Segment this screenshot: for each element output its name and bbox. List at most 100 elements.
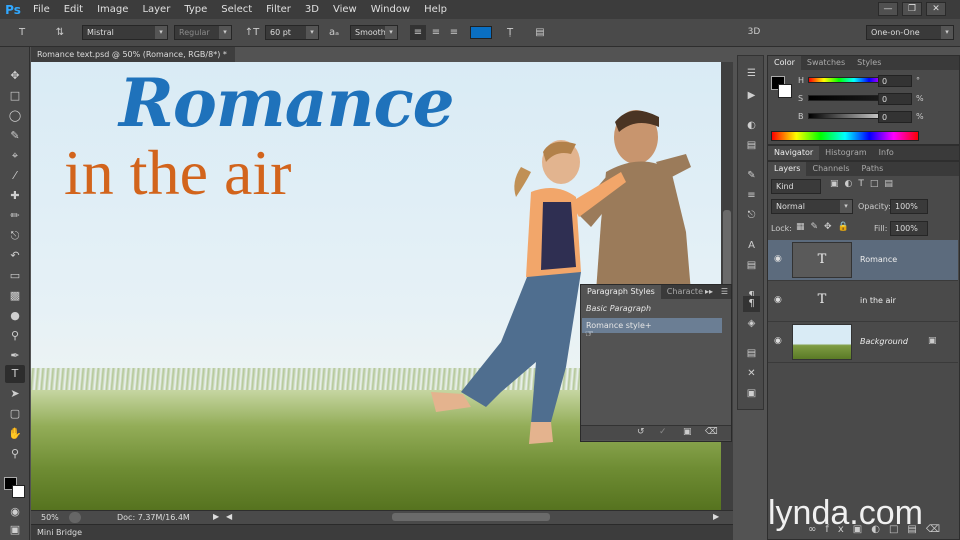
notes-panel-icon[interactable]: ▣ xyxy=(743,386,760,402)
antialias-select[interactable]: Smooth ▾ xyxy=(350,25,398,40)
menu-filter[interactable]: Filter xyxy=(259,4,298,15)
document-tab[interactable]: Romance text.psd @ 50% (Romance, RGB/8*)… xyxy=(31,47,235,70)
font-style-select[interactable]: Regular ▾ xyxy=(174,25,232,40)
tab-paragraph-styles[interactable]: Paragraph Styles xyxy=(581,285,661,299)
align-right-icon[interactable]: ≡ xyxy=(446,25,462,40)
eraser-tool-icon[interactable]: ▭ xyxy=(5,267,25,285)
align-left-icon[interactable]: ≡ xyxy=(410,25,426,40)
menu-3d[interactable]: 3D xyxy=(298,4,326,15)
history-panel-icon[interactable]: ☰ xyxy=(743,66,760,82)
character-styles-icon[interactable]: ▤ xyxy=(743,258,760,274)
clear-override-icon[interactable]: ↺ xyxy=(637,427,645,437)
menu-select[interactable]: Select xyxy=(214,4,259,15)
minimize-icon[interactable]: — xyxy=(878,2,898,16)
saturation-value[interactable]: 0 xyxy=(878,93,912,105)
menu-window[interactable]: Window xyxy=(364,4,417,15)
blend-mode-select[interactable]: Normal ▾ xyxy=(771,199,853,214)
quick-mask-icon[interactable]: ◉ xyxy=(5,503,25,521)
redefine-style-icon[interactable]: ✓ xyxy=(659,427,667,437)
workspace-select[interactable]: One-on-One ▾ xyxy=(866,25,954,40)
style-basic-paragraph[interactable]: Basic Paragraph xyxy=(582,301,722,316)
color-background-swatch[interactable] xyxy=(778,84,792,98)
dodge-tool-icon[interactable]: ⚲ xyxy=(5,327,25,345)
opacity-field[interactable]: 100% xyxy=(890,199,928,214)
hand-tool-icon[interactable]: ✋ xyxy=(5,425,25,443)
tab-navigator[interactable]: Navigator xyxy=(768,146,820,160)
shape-tool-icon[interactable]: ▢ xyxy=(5,405,25,423)
new-style-icon[interactable]: ▣ xyxy=(683,427,692,437)
paragraph-styles-panel-icon[interactable]: ¶ xyxy=(743,296,760,312)
gradient-tool-icon[interactable]: ▩ xyxy=(5,287,25,305)
font-family-select[interactable]: Mistral ▾ xyxy=(82,25,168,40)
panel-collapse-icon[interactable]: ▸▸ xyxy=(705,287,713,296)
close-window-icon[interactable]: ✕ xyxy=(926,2,946,16)
in-the-air-text-layer[interactable]: in the air xyxy=(64,136,291,210)
brush-presets-icon[interactable]: ≡ xyxy=(743,188,760,204)
status-menu-arrow-icon[interactable]: ▶ xyxy=(213,512,219,521)
background-color-swatch[interactable] xyxy=(12,485,25,498)
character-panel-icon[interactable]: A xyxy=(743,238,760,254)
lock-icons[interactable]: ▦✎✥🔒 xyxy=(796,222,855,232)
pen-tool-icon[interactable]: ✒ xyxy=(5,347,25,365)
visibility-eye-icon[interactable]: ◉ xyxy=(774,336,786,348)
tab-character-styles[interactable]: Characte xyxy=(661,285,709,299)
menu-type[interactable]: Type xyxy=(177,4,214,15)
layer-name[interactable]: in the air xyxy=(860,296,896,305)
vertical-scroll-thumb[interactable] xyxy=(723,210,731,290)
tab-color[interactable]: Color xyxy=(768,56,801,70)
marquee-tool-icon[interactable]: □ xyxy=(5,87,25,105)
menu-file[interactable]: File xyxy=(26,4,57,15)
tab-styles[interactable]: Styles xyxy=(851,56,887,70)
lasso-tool-icon[interactable]: ◯ xyxy=(5,107,25,125)
font-size-select[interactable]: 60 pt ▾ xyxy=(265,25,319,40)
quick-select-tool-icon[interactable]: ✎ xyxy=(5,127,25,145)
path-selection-tool-icon[interactable]: ➤ xyxy=(5,385,25,403)
clone-stamp-tool-icon[interactable]: ⎋ xyxy=(5,227,25,245)
horizontal-scroll-thumb[interactable] xyxy=(392,513,550,521)
blur-tool-icon[interactable]: ● xyxy=(5,307,25,325)
brightness-value[interactable]: 0 xyxy=(878,111,912,123)
menu-help[interactable]: Help xyxy=(417,4,454,15)
tab-info[interactable]: Info xyxy=(873,146,900,160)
clone-source-icon[interactable]: ⎋ xyxy=(743,208,760,224)
layer-name[interactable]: Romance xyxy=(860,255,897,264)
brush-panel-icon[interactable]: ✎ xyxy=(743,168,760,184)
layer-row-romance[interactable]: ◉ T Romance xyxy=(768,240,958,281)
tool-presets-icon[interactable]: ✕ xyxy=(743,366,760,382)
tab-channels[interactable]: Channels xyxy=(806,162,855,176)
glyph-panel-icon[interactable]: ◈ xyxy=(743,316,760,332)
character-panel-icon[interactable]: ▤ xyxy=(532,25,548,40)
layer-row-in-the-air[interactable]: ◉ T in the air xyxy=(768,281,958,322)
layer-filter-kind-select[interactable]: Kind xyxy=(771,179,821,194)
status-options-icon[interactable] xyxy=(69,512,81,523)
properties-panel-icon[interactable]: ▤ xyxy=(743,138,760,154)
romance-text-layer[interactable]: Romance xyxy=(119,64,455,142)
screen-mode-icon[interactable]: ▣ xyxy=(5,521,25,539)
eyedropper-tool-icon[interactable]: ⁄ xyxy=(5,167,25,185)
mini-bridge-bar[interactable]: Mini Bridge xyxy=(31,524,733,540)
color-spectrum-bar[interactable] xyxy=(771,131,919,141)
zoom-tool-icon[interactable]: ⚲ xyxy=(5,445,25,463)
panel-menu-icon[interactable]: ☰ xyxy=(721,287,728,296)
history-brush-tool-icon[interactable]: ↶ xyxy=(5,247,25,265)
menu-edit[interactable]: Edit xyxy=(57,4,90,15)
zoom-level[interactable]: 50% xyxy=(41,513,59,522)
fill-field[interactable]: 100% xyxy=(890,221,928,236)
menu-image[interactable]: Image xyxy=(90,4,135,15)
adjustments-panel-icon[interactable]: ◐ xyxy=(743,118,760,134)
layer-filter-icons[interactable]: ▣◐T□▤ xyxy=(830,179,899,189)
tab-paths[interactable]: Paths xyxy=(856,162,890,176)
menu-layer[interactable]: Layer xyxy=(135,4,177,15)
crop-tool-icon[interactable]: ⌖ xyxy=(5,147,25,165)
move-tool-icon[interactable]: ✥ xyxy=(5,67,25,85)
orientation-toggle-icon[interactable]: ⇅ xyxy=(52,25,68,40)
warp-text-icon[interactable]: Ṭ xyxy=(502,25,518,40)
scroll-right-arrow-icon[interactable]: ▶ xyxy=(713,512,719,521)
visibility-eye-icon[interactable]: ◉ xyxy=(774,295,786,307)
align-center-icon[interactable]: ≡ xyxy=(428,25,444,40)
visibility-eye-icon[interactable]: ◉ xyxy=(774,254,786,266)
hue-value[interactable]: 0 xyxy=(878,75,912,87)
layer-row-background[interactable]: ◉ Background ▣ xyxy=(768,322,958,363)
text-color-swatch[interactable] xyxy=(470,26,492,39)
style-romance[interactable]: Romance style+ xyxy=(582,318,722,333)
